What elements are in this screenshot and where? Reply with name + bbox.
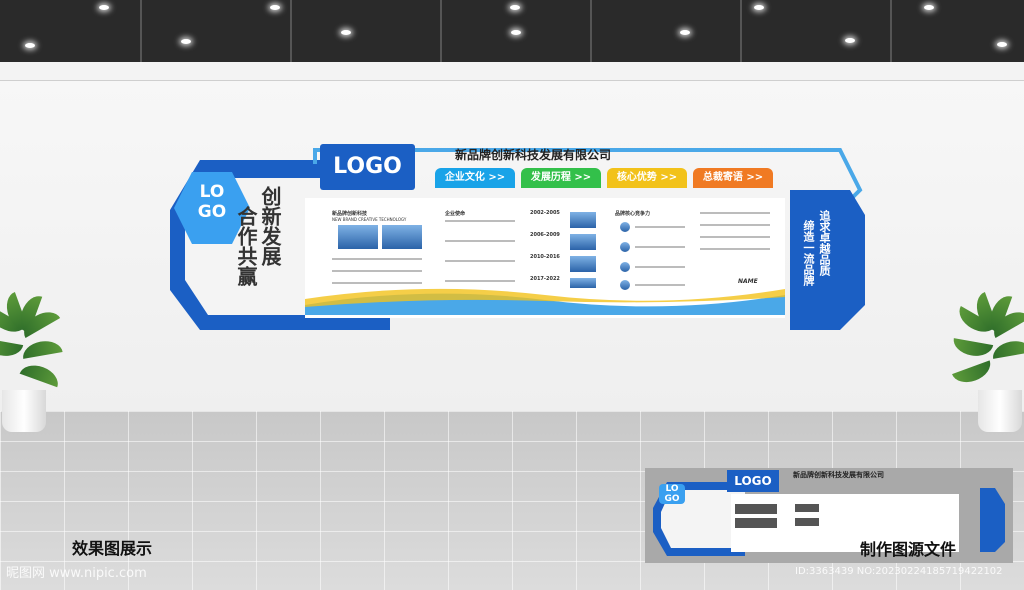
text-line: [445, 280, 515, 282]
text-line: [700, 236, 770, 238]
thumb-block: [735, 518, 777, 528]
text-line: [635, 226, 685, 228]
company-name: 新品牌创新科技发展有限公司: [455, 148, 612, 162]
plant-pot: [2, 390, 46, 432]
watermark-site: 昵图网 www.nipic.com: [6, 566, 147, 581]
ceiling-light: [99, 5, 109, 10]
text-line: [700, 212, 770, 214]
source-file-thumbnail: LO GO LOGO 新品牌创新科技发展有限公司: [645, 468, 1013, 563]
section-heading: 企业使命: [445, 211, 466, 217]
slogan-right-1: 追求卓越品质: [818, 210, 831, 276]
signature: NAME: [738, 278, 758, 285]
section-heading: 品牌核心竞争力: [615, 211, 651, 217]
text-line: [635, 284, 685, 286]
culture-wall: LO GO 创新发展 合作共赢 LOGO 新品牌创新科技发展有限公司 企业文化 …: [160, 140, 870, 340]
timeline-year: 2002-2005: [530, 210, 560, 216]
watermark-id: ID:3363439 NO:20230224185719422102: [795, 566, 1003, 577]
history-photo: [570, 212, 596, 228]
ceiling-beam: [440, 0, 442, 62]
history-photo: [570, 234, 596, 250]
ceiling-beam: [290, 0, 292, 62]
ceiling-beam: [890, 0, 892, 62]
ceiling-light: [181, 39, 191, 44]
ceiling-light: [511, 30, 521, 35]
slogan-right-2: 缔造一流品牌: [802, 220, 815, 286]
ceiling-light: [510, 5, 520, 10]
thumb-company-name: 新品牌创新科技发展有限公司: [793, 471, 884, 479]
text-line: [445, 260, 515, 262]
advantage-icon: [620, 280, 630, 290]
text-line: [635, 246, 685, 248]
timeline-year: 2017-2022: [530, 276, 560, 282]
caption-left: 效果图展示: [72, 539, 153, 558]
tab-ceo-message: 总裁寄语 >>: [693, 168, 773, 188]
tab-history: 发展历程 >>: [521, 168, 601, 188]
wave-decoration: [305, 288, 785, 315]
text-line: [700, 224, 770, 226]
ceiling-light: [270, 5, 280, 10]
plant-pot: [978, 390, 1022, 432]
text-line: [635, 266, 685, 268]
text-line: [700, 248, 770, 250]
ceiling: [0, 0, 1024, 62]
building-photo: [338, 225, 378, 249]
ceiling-beam: [590, 0, 592, 62]
ceiling-light: [341, 30, 351, 35]
ceiling-light: [924, 5, 934, 10]
text-line: [332, 258, 422, 260]
slogan-left-2: 合作共赢: [234, 206, 258, 286]
history-photo: [570, 256, 596, 272]
tab-advantage: 核心优势 >>: [607, 168, 687, 188]
text-line: [445, 240, 515, 242]
text-line: [332, 270, 422, 272]
ceiling-trim: [0, 62, 1024, 81]
ceiling-light: [997, 42, 1007, 47]
section-sub: NEW BRAND CREATIVE TECHNOLOGY: [332, 217, 407, 222]
logo-block: LOGO: [320, 144, 415, 190]
hex-logo-text: LO GO: [197, 182, 227, 222]
thumb-block: [735, 504, 777, 514]
tab-culture: 企业文化 >>: [435, 168, 515, 188]
ceiling-beam: [740, 0, 742, 62]
ceiling-light: [845, 38, 855, 43]
building-photo: [382, 225, 422, 249]
ceiling-light: [754, 5, 764, 10]
timeline-year: 2006-2009: [530, 232, 560, 238]
ceiling-beam: [140, 0, 142, 62]
advantage-icon: [620, 262, 630, 272]
thumb-block: [795, 518, 819, 526]
caption-right: 制作图源文件: [860, 540, 957, 559]
thumb-block: [795, 504, 819, 512]
advantage-icon: [620, 222, 630, 232]
thumb-hex-logo: LO GO: [659, 484, 685, 504]
text-line: [445, 220, 515, 222]
section-heading: 新品牌创新科技: [332, 211, 368, 217]
ceiling-light: [680, 30, 690, 35]
ceiling-light: [25, 43, 35, 48]
left-plant: [0, 285, 95, 445]
text-line: [332, 282, 422, 284]
history-photo: [570, 278, 596, 288]
advantage-icon: [620, 242, 630, 252]
thumb-logo: LOGO: [727, 470, 779, 492]
right-plant: [930, 285, 1024, 445]
timeline-year: 2010-2016: [530, 254, 560, 260]
